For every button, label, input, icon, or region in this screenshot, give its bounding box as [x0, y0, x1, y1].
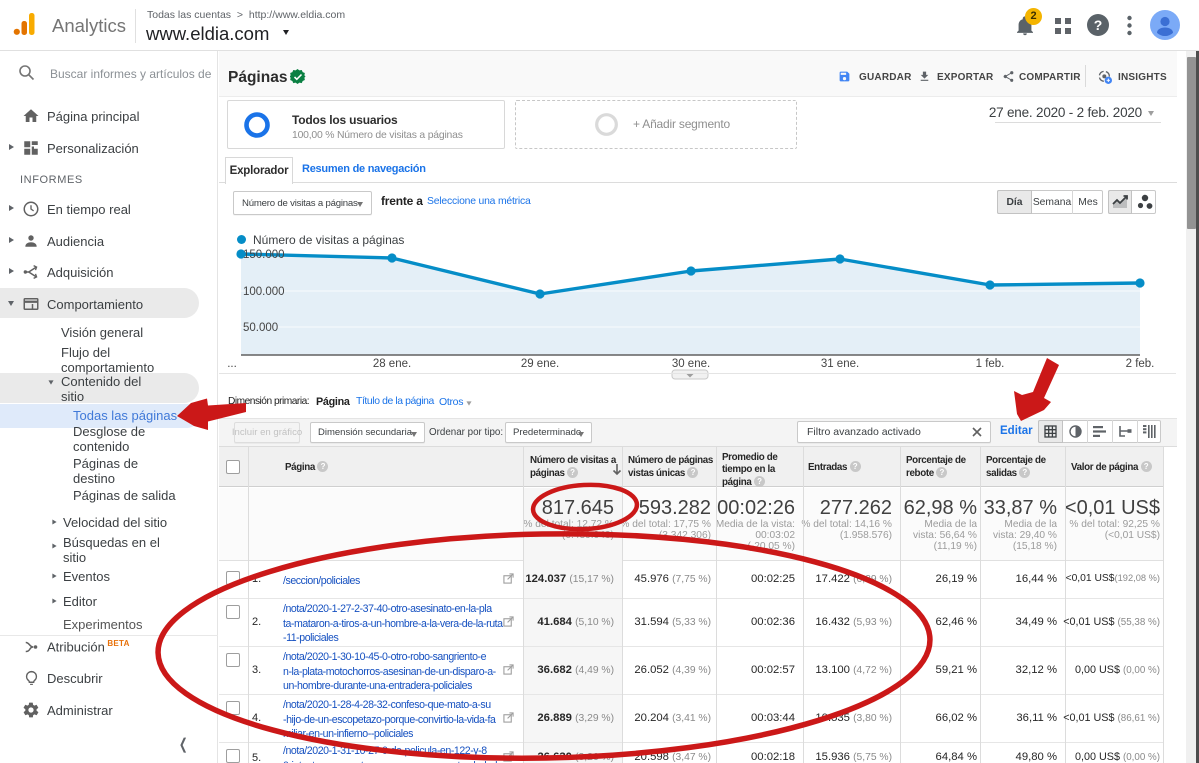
svg-text:100.000: 100.000	[243, 286, 285, 298]
svg-text:31 ene.: 31 ene.	[821, 358, 859, 370]
svg-text:2 feb.: 2 feb.	[1126, 358, 1155, 370]
svg-text:28 ene.: 28 ene.	[373, 358, 411, 370]
svg-text:50.000: 50.000	[243, 322, 278, 334]
svg-text:1 feb.: 1 feb.	[976, 358, 1005, 370]
svg-text:...: ...	[227, 358, 237, 370]
svg-text:150.000: 150.000	[243, 249, 285, 261]
svg-text:30 ene.: 30 ene.	[672, 358, 710, 370]
svg-text:29 ene.: 29 ene.	[521, 358, 559, 370]
